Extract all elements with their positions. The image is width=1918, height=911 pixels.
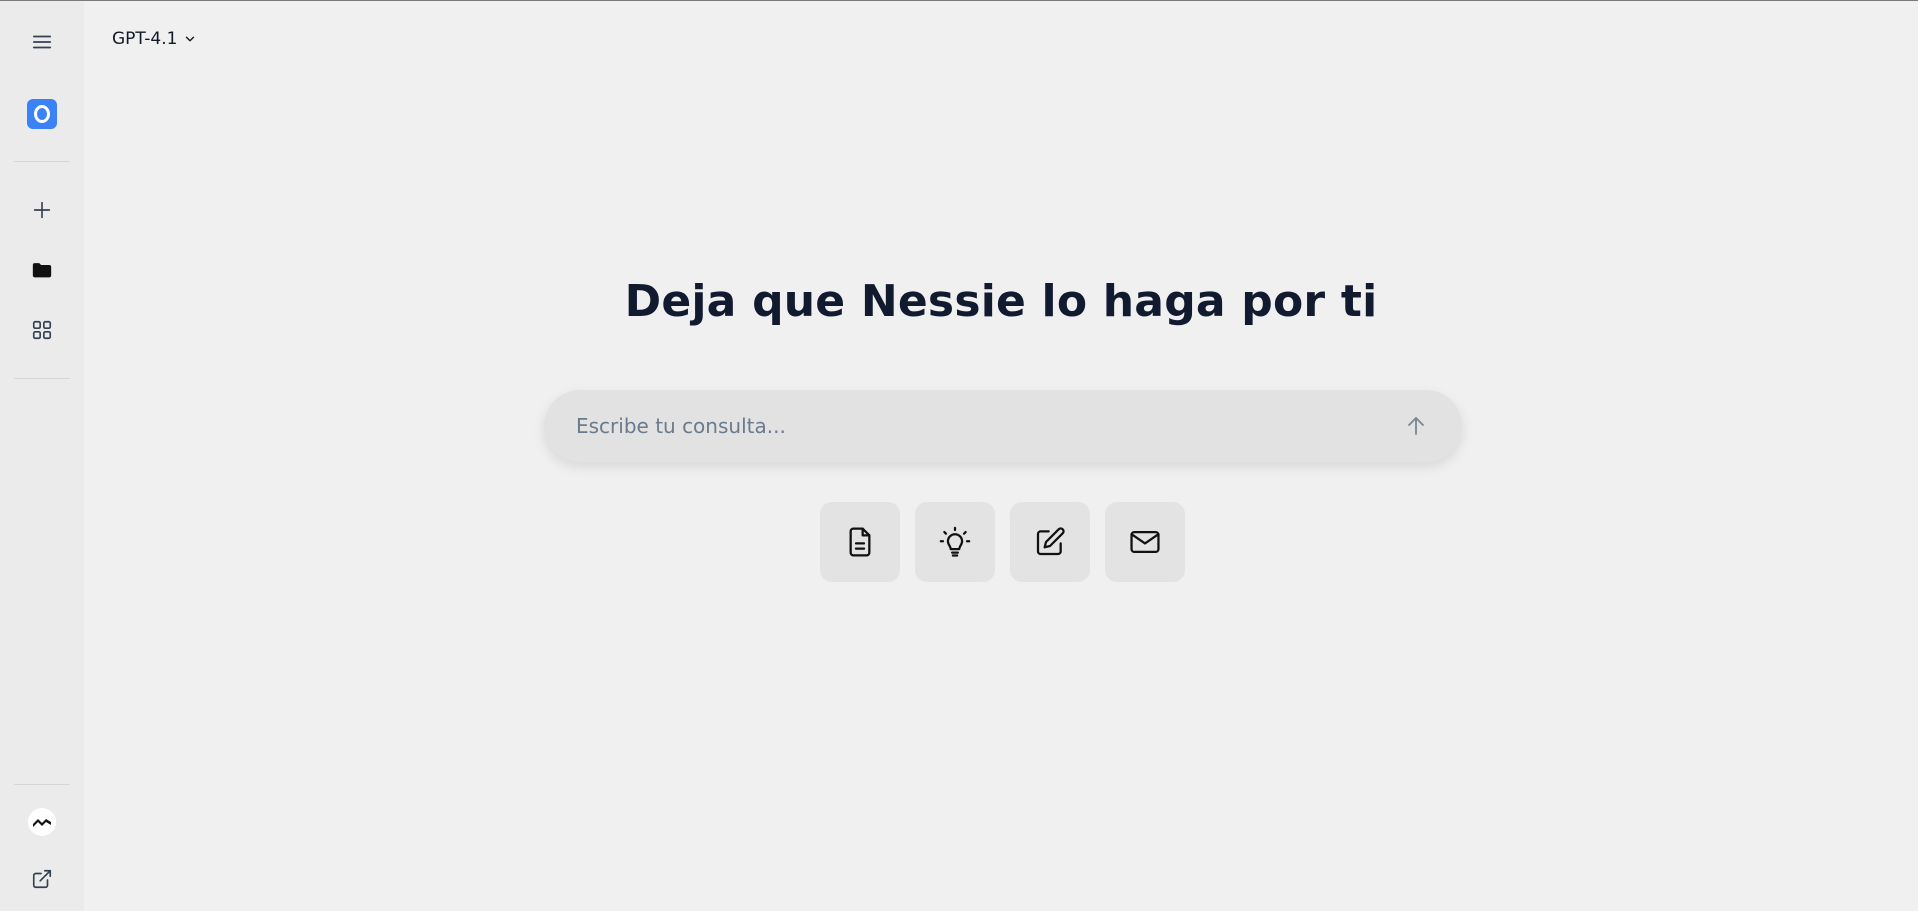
arrow-up-icon xyxy=(1408,417,1424,435)
new-chat-button[interactable] xyxy=(18,188,66,232)
email-action-button[interactable] xyxy=(1105,502,1185,582)
folder-icon xyxy=(32,263,52,278)
user-avatar xyxy=(28,808,56,836)
document-icon xyxy=(849,527,871,557)
ideas-action-button[interactable] xyxy=(915,502,995,582)
grid-icon xyxy=(32,320,52,340)
sidebar-divider xyxy=(14,784,70,785)
user-profile-button[interactable] xyxy=(18,800,66,844)
apps-button[interactable] xyxy=(18,308,66,352)
external-link-icon xyxy=(32,869,52,889)
open-external-button[interactable] xyxy=(18,857,66,901)
document-action-button[interactable] xyxy=(820,502,900,582)
brand-logo xyxy=(27,99,57,129)
write-action-button[interactable] xyxy=(1010,502,1090,582)
page-title: Deja que Nessie lo haga por ti xyxy=(624,276,1378,327)
search-input[interactable] xyxy=(574,405,1396,447)
search-bar xyxy=(544,390,1462,462)
sidebar xyxy=(0,1,84,911)
sidebar-divider xyxy=(14,378,70,379)
folders-button[interactable] xyxy=(18,248,66,292)
wave-logo-icon xyxy=(33,819,51,827)
chevron-down-icon xyxy=(186,36,195,42)
plus-icon xyxy=(33,201,51,219)
sidebar-divider xyxy=(14,161,70,162)
model-selector[interactable]: GPT-4.1 xyxy=(112,25,197,53)
mail-icon xyxy=(1130,530,1160,554)
lightbulb-icon xyxy=(939,526,971,557)
send-button[interactable] xyxy=(1396,406,1436,446)
brand-logo-button[interactable] xyxy=(18,92,66,136)
quick-actions xyxy=(820,502,1185,582)
menu-icon xyxy=(32,35,52,49)
edit-icon xyxy=(1036,527,1065,556)
app-window: GPT-4.1 Deja que Nessie lo haga por ti xyxy=(0,0,1918,911)
menu-button[interactable] xyxy=(18,20,66,64)
model-label: GPT-4.1 xyxy=(112,29,178,49)
